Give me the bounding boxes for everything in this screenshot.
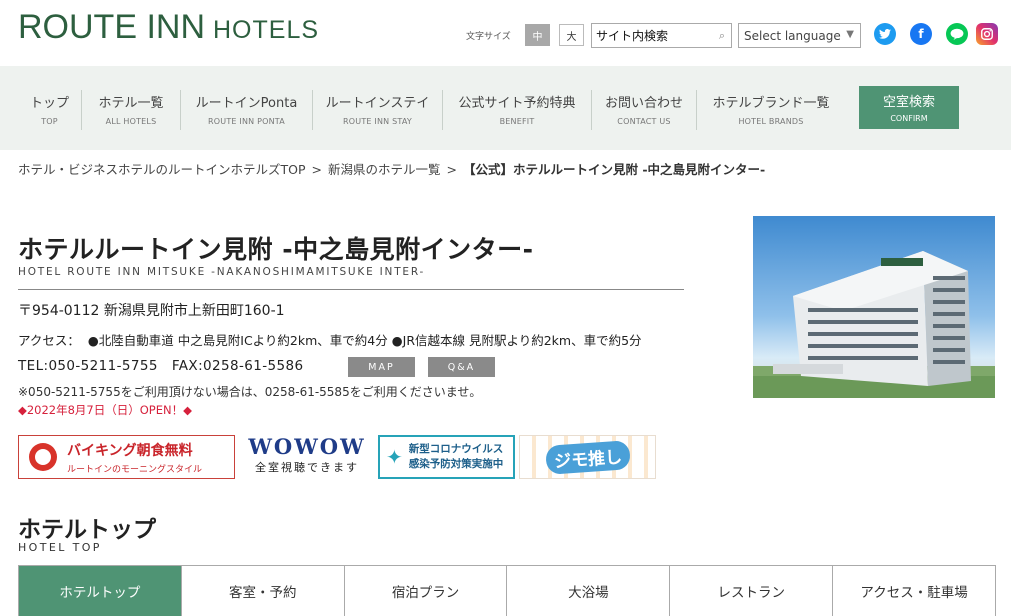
hotel-address: 〒954-0112 新潟県見附市上新田町160-1: [18, 303, 285, 319]
title-divider: [18, 289, 684, 290]
logo-sub-text: HOTELS: [213, 16, 320, 44]
breadcrumb-current: 【公式】ホテルルートイン見附 -中之島見附インター-: [463, 162, 766, 177]
nav-item-sublabel: ROUTE INN STAY: [343, 117, 412, 126]
nav-item-label: ホテルブランド一覧: [712, 96, 830, 111]
main-navigation: トップ TOP ホテル一覧 ALL HOTELS ルートインPonta ROUT…: [0, 66, 1011, 150]
breadcrumb-separator: >: [311, 162, 322, 177]
covid-banner-line1: 新型コロナウイルス: [408, 443, 504, 455]
hotel-fax: FAX:0258-61-5586: [171, 358, 304, 374]
hotel-photo: [753, 216, 995, 398]
section-title: ホテルトップ: [18, 517, 156, 543]
line-icon[interactable]: [946, 23, 968, 45]
breakfast-buffet-banner[interactable]: バイキング朝食無料 ルートインのモーニングスタイル: [18, 435, 235, 479]
site-search-input[interactable]: サイト内検索 ⌕: [591, 23, 732, 48]
logo-main-text: ROUTE INN: [18, 8, 205, 46]
covid-measures-banner[interactable]: ✦ 新型コロナウイルス 感染予防対策実施中: [378, 435, 515, 479]
tab-rooms-reservation[interactable]: 客室・予約: [181, 566, 345, 616]
covid-banner-line2: 感染予防対策実施中: [408, 458, 504, 470]
map-button[interactable]: MAP: [348, 357, 415, 377]
hotel-tel[interactable]: TEL:050-5211-5755: [18, 358, 158, 374]
breadcrumb: ホテル・ビジネスホテルのルートインホテルズTOP > 新潟県のホテル一覧 > 【公式】ホ…: [18, 159, 765, 178]
wowow-banner-sub: 全室視聴できます: [255, 461, 359, 474]
nav-item-contact[interactable]: お問い合わせ CONTACT US: [592, 90, 697, 130]
nav-item-label: ルートインPonta: [195, 96, 298, 111]
nav-item-label: ルートインステイ: [325, 96, 430, 111]
vacancy-search-sublabel: CONFIRM: [890, 114, 928, 123]
nav-item-label: ホテル一覧: [98, 96, 164, 111]
buffet-banner-sub: ルートインのモーニングスタイル: [67, 464, 203, 475]
font-size-large-button[interactable]: 大: [559, 24, 584, 46]
hotel-access: アクセス： ●北陸自動車道 中之島見附ICより約2km、車で約4分 ●JR信越本線…: [18, 330, 642, 349]
language-select[interactable]: Select language ▼: [738, 23, 861, 48]
nav-item-sublabel: BENEFIT: [499, 117, 535, 126]
section-title-english: HOTEL TOP: [18, 541, 102, 554]
twitter-icon[interactable]: [874, 23, 896, 45]
breadcrumb-link-niigata[interactable]: 新潟県のホテル一覧: [328, 162, 441, 177]
tab-hotel-top[interactable]: ホテルトップ: [19, 566, 182, 616]
font-size-medium-button[interactable]: 中: [525, 24, 550, 46]
access-text: ●北陸自動車道 中之島見附ICより約2km、車で約4分 ●JR信越本線 見附駅よ…: [87, 333, 642, 348]
font-size-label: 文字サイズ: [466, 32, 511, 42]
nav-item-sublabel: HOTEL BRANDS: [738, 117, 804, 126]
instagram-icon[interactable]: [976, 23, 998, 45]
wowow-banner[interactable]: WOWOW 全室視聴できます: [244, 435, 370, 479]
plate-icon: [29, 443, 57, 471]
nav-item-label: 公式サイト予約特典: [458, 96, 576, 111]
hotel-title: ホテルルートイン見附 -中之島見附インター-: [18, 235, 534, 264]
buffet-banner-title: バイキング朝食無料: [67, 442, 193, 459]
breadcrumb-link-top[interactable]: ホテル・ビジネスホテルのルートインホテルズTOP: [18, 162, 306, 177]
nav-item-route-inn-ponta[interactable]: ルートインPonta ROUTE INN PONTA: [181, 90, 313, 130]
breadcrumb-separator: >: [446, 162, 457, 177]
nav-item-label: トップ: [29, 96, 69, 111]
tab-access-parking[interactable]: アクセス・駐車場: [833, 566, 995, 616]
nav-item-sublabel: CONTACT US: [617, 117, 671, 126]
nav-item-route-inn-stay[interactable]: ルートインステイ ROUTE INN STAY: [313, 90, 443, 130]
wowow-banner-title: WOWOW: [248, 434, 366, 459]
jimo-oshi-campaign-banner[interactable]: ジモ推し: [519, 435, 656, 479]
site-logo[interactable]: ROUTE INN HOTELS: [18, 8, 319, 48]
nav-item-sublabel: TOP: [41, 117, 58, 126]
nav-item-benefit[interactable]: 公式サイト予約特典 BENEFIT: [443, 90, 592, 130]
jimo-banner-title: ジモ推し: [544, 439, 631, 475]
site-search-value: サイト内検索: [596, 29, 669, 43]
tab-stay-plans[interactable]: 宿泊プラン: [344, 566, 508, 616]
search-icon[interactable]: ⌕: [719, 29, 725, 43]
tab-large-bath[interactable]: 大浴場: [507, 566, 671, 616]
hotel-tabs: ホテルトップ 客室・予約 宿泊プラン 大浴場 レストラン アクセス・駐車場: [18, 565, 996, 616]
hotel-title-english: HOTEL ROUTE INN MITSUKE -NAKANOSHIMAMITS…: [18, 266, 426, 278]
chevron-down-icon: ▼: [846, 29, 854, 40]
sparkle-icon: ✦: [386, 445, 403, 469]
vacancy-search-button[interactable]: 空室検索 CONFIRM: [859, 86, 959, 129]
language-select-value: Select language: [744, 28, 841, 43]
hotel-contact: TEL:050-5211-5755 FAX:0258-61-5586: [18, 358, 303, 374]
nav-item-sublabel: ROUTE INN PONTA: [208, 117, 285, 126]
qa-button[interactable]: Q&A: [428, 357, 495, 377]
nav-item-top[interactable]: トップ TOP: [18, 90, 82, 130]
facebook-icon[interactable]: f: [910, 23, 932, 45]
nav-item-hotel-brands[interactable]: ホテルブランド一覧 HOTEL BRANDS: [697, 90, 845, 130]
nav-item-all-hotels[interactable]: ホテル一覧 ALL HOTELS: [82, 90, 181, 130]
tab-restaurant[interactable]: レストラン: [670, 566, 834, 616]
phone-notice: ※050-5211-5755をご利用頂けない場合は、0258-61-5585をご…: [18, 385, 482, 399]
hotel-building-illustration: [753, 251, 995, 398]
site-header: ROUTE INN HOTELS 文字サイズ 中 大 サイト内検索 ⌕ Sele…: [0, 0, 1011, 66]
opening-date: ◆2022年8月7日（日）OPEN！◆: [18, 403, 192, 417]
nav-item-label: お問い合わせ: [604, 96, 683, 111]
nav-item-sublabel: ALL HOTELS: [105, 117, 157, 126]
access-label: アクセス：: [18, 333, 80, 348]
vacancy-search-label: 空室検索: [882, 95, 935, 110]
